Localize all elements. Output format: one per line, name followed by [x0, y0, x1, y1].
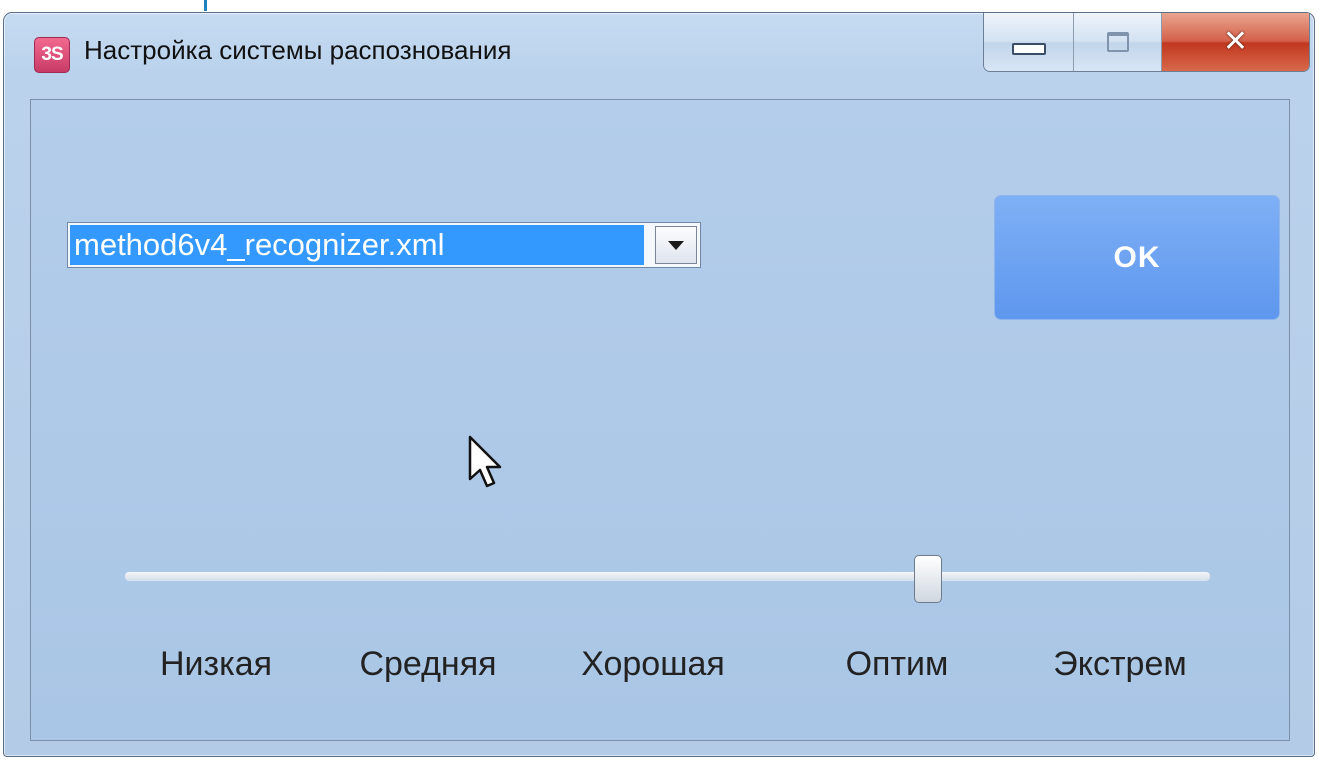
recognizer-select-value[interactable]: method6v4_recognizer.xml [70, 225, 644, 265]
close-button[interactable]: ✕ [1162, 13, 1309, 71]
client-area: method6v4_recognizer.xml OK Низкая Средн… [30, 99, 1290, 741]
chevron-down-icon [668, 240, 684, 250]
maximize-button[interactable] [1074, 13, 1162, 71]
maximize-icon [1106, 32, 1129, 52]
dialog-window: 3S Настройка системы распознования ✕ met… [3, 12, 1315, 757]
recognizer-select[interactable]: method6v4_recognizer.xml [67, 222, 701, 268]
app-logo-icon: 3S [34, 37, 70, 73]
quality-slider-thumb[interactable] [913, 555, 942, 603]
title-bar[interactable]: 3S Настройка системы распознования ✕ [4, 13, 1314, 99]
minimize-button[interactable] [984, 13, 1074, 71]
window-title: Настройка системы распознования [84, 35, 512, 65]
top-strip [0, 0, 1319, 12]
close-icon: ✕ [1222, 24, 1249, 59]
slider-label-low: Низкая [159, 645, 273, 683]
ok-button[interactable]: OK [994, 195, 1280, 320]
dropdown-arrow-button[interactable] [655, 226, 697, 264]
slider-label-optimal: Оптим [845, 645, 949, 683]
slider-label-good: Хорошая [581, 645, 725, 683]
caption-buttons: ✕ [983, 13, 1310, 72]
minimize-icon [1011, 43, 1046, 55]
mouse-cursor-icon [468, 435, 502, 488]
quality-slider-track[interactable] [125, 572, 1210, 580]
slider-label-medium: Средняя [359, 645, 497, 683]
blue-mark [204, 0, 207, 11]
slider-label-extreme: Экстрем [1053, 645, 1187, 683]
